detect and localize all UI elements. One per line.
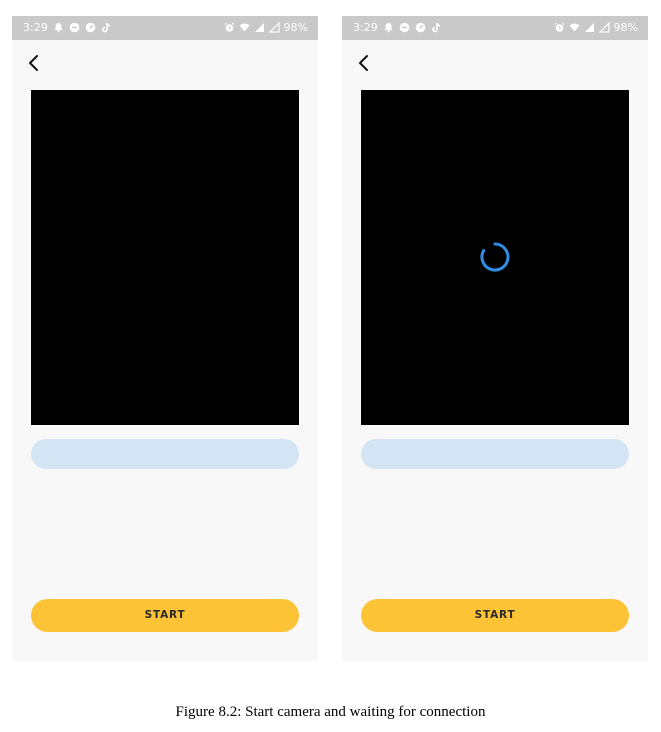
tiktok-icon (431, 22, 442, 33)
chevron-left-icon (29, 55, 38, 71)
tiktok-icon (101, 22, 112, 33)
battery-percentage: 98% (613, 21, 638, 34)
signal-icon (598, 22, 610, 33)
loading-spinner-icon (479, 241, 511, 273)
minus-circle-icon (399, 22, 410, 33)
wifi-icon (239, 22, 250, 33)
status-bar: 3:29 98% (12, 16, 318, 40)
back-button[interactable] (22, 51, 46, 75)
status-bar-left: 3:29 (353, 21, 442, 34)
start-button[interactable]: START (361, 599, 629, 632)
status-time: 3:29 (23, 21, 48, 34)
connection-status-field (361, 439, 629, 469)
status-bar-right: 98% (554, 21, 638, 34)
figure-caption: Figure 8.2: Start camera and waiting for… (175, 704, 486, 720)
signal-icon (584, 22, 595, 33)
minus-circle-icon (69, 22, 80, 33)
phone-screen-waiting-connection: 3:29 98% START (342, 16, 648, 661)
signal-icon (268, 22, 280, 33)
alarm-icon (224, 22, 235, 33)
status-bar: 3:29 98% (342, 16, 648, 40)
alarm-icon (554, 22, 565, 33)
bell-icon (383, 22, 394, 33)
status-time: 3:29 (353, 21, 378, 34)
signal-icon (254, 22, 265, 33)
gauge-icon (415, 22, 426, 33)
camera-preview (31, 90, 299, 425)
camera-preview (361, 90, 629, 425)
bell-icon (53, 22, 64, 33)
status-bar-left: 3:29 (23, 21, 112, 34)
gauge-icon (85, 22, 96, 33)
wifi-icon (569, 22, 580, 33)
start-button[interactable]: START (31, 599, 299, 632)
back-button[interactable] (352, 51, 376, 75)
connection-status-field (31, 439, 299, 469)
battery-percentage: 98% (283, 21, 308, 34)
phone-screen-start-camera: 3:29 98% START (12, 16, 318, 661)
status-bar-right: 98% (224, 21, 308, 34)
chevron-left-icon (359, 55, 368, 71)
